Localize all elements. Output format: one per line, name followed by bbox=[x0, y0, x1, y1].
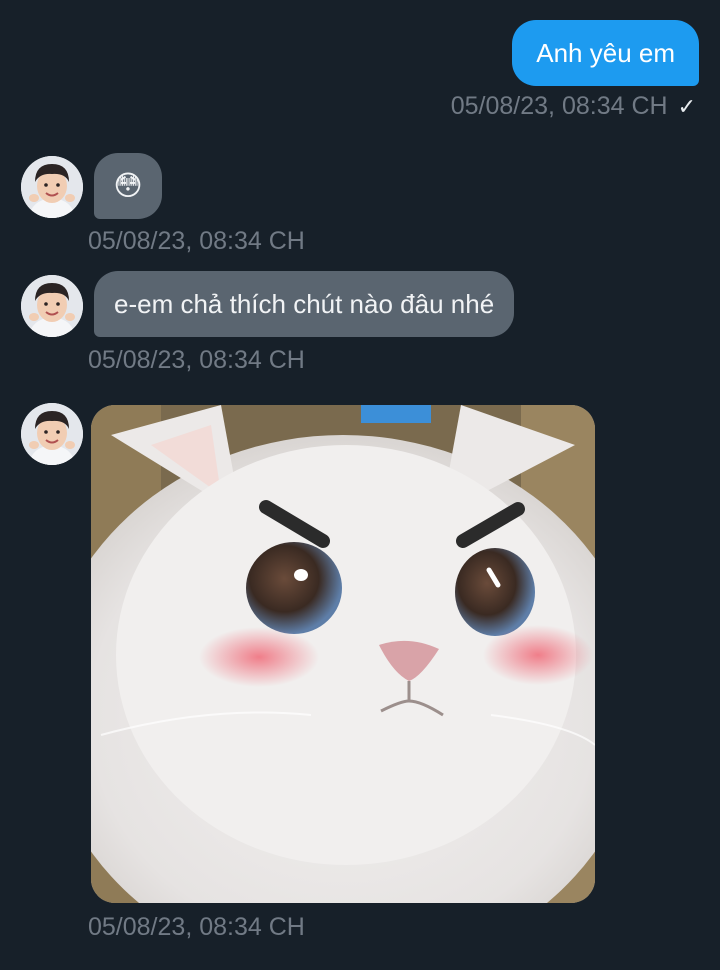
incoming-message-bubble[interactable]: e-em chả thích chút nào đâu nhé bbox=[94, 271, 515, 337]
message-text: Anh yêu em bbox=[536, 37, 675, 68]
message-timestamp: 05/08/23, 08:34 CH bbox=[88, 346, 305, 374]
message-timestamp: 05/08/23, 08:34 CH bbox=[88, 227, 305, 255]
message-text: e-em chả thích chút nào đâu nhé bbox=[114, 288, 495, 319]
profile-avatar[interactable] bbox=[21, 275, 83, 337]
incoming-message-bubble[interactable]: 😳 bbox=[94, 153, 162, 219]
angry-cat-image[interactable] bbox=[91, 405, 595, 903]
message-timestamp: 05/08/23, 08:34 CH bbox=[88, 913, 305, 941]
profile-avatar[interactable] bbox=[21, 156, 83, 218]
message-meta: 05/08/23, 08:34 CH ✓ bbox=[451, 92, 696, 121]
check-icon: ✓ bbox=[677, 93, 696, 119]
flushed-emoji: 😳 bbox=[113, 170, 143, 201]
profile-avatar[interactable] bbox=[21, 403, 83, 465]
message-timestamp: 05/08/23, 08:34 CH bbox=[450, 92, 668, 120]
outgoing-message-bubble[interactable]: Anh yêu em bbox=[512, 20, 699, 86]
chat-thread: Anh yêu em 05/08/23, 08:34 CH ✓ 😳 05/08/… bbox=[0, 0, 720, 970]
